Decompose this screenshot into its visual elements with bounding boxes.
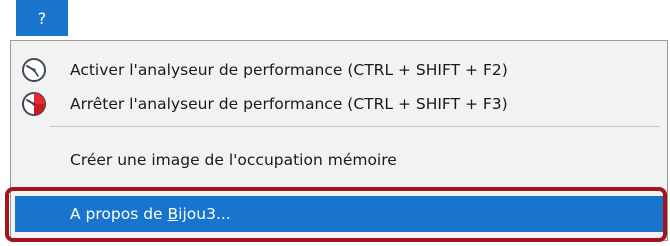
screenshot-stage: ? Activer l'analyseur de performance (CT… bbox=[0, 0, 670, 246]
menu-item-stop-performance-analyzer[interactable]: Arrêter l'analyseur de performance (CTRL… bbox=[15, 87, 663, 121]
menu-item-about[interactable]: A propos de Bijou3... bbox=[15, 196, 663, 232]
menu-item-label: A propos de Bijou3... bbox=[70, 196, 231, 232]
label-prefix: A propos de bbox=[70, 205, 168, 223]
label-mnemonic: B bbox=[167, 205, 179, 223]
help-menu[interactable]: ? bbox=[16, 0, 68, 36]
menu-bar: ? bbox=[0, 0, 670, 44]
stop-performance-analyzer-icon bbox=[22, 92, 46, 116]
help-dropdown-menu: Activer l'analyseur de performance (CTRL… bbox=[10, 40, 668, 241]
label-suffix: ijou3... bbox=[178, 205, 231, 223]
menu-separator bbox=[50, 126, 660, 127]
menu-item-label: Créer une image de l'occupation mémoire bbox=[70, 151, 397, 169]
menu-item-label: Arrêter l'analyseur de performance (CTRL… bbox=[70, 95, 508, 113]
performance-analyzer-icon bbox=[22, 58, 46, 82]
menu-item-memory-snapshot[interactable]: Créer une image de l'occupation mémoire bbox=[15, 143, 663, 177]
menu-item-label: Activer l'analyseur de performance (CTRL… bbox=[70, 61, 508, 79]
menu-item-start-performance-analyzer[interactable]: Activer l'analyseur de performance (CTRL… bbox=[15, 53, 663, 87]
